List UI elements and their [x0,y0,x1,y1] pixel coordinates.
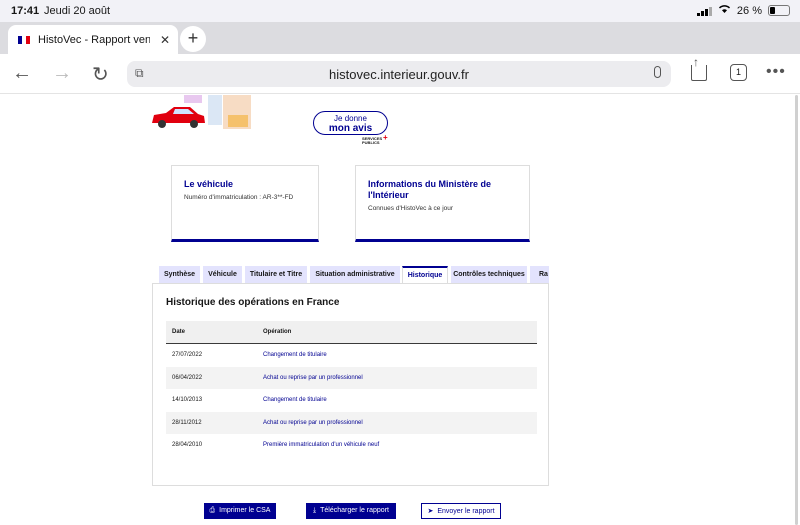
send-report-button[interactable]: ➤ Envoyer le rapport [421,503,501,519]
row-date: 06/04/2022 [172,374,203,381]
table-row: 28/11/2012 Achat ou reprise par un profe… [166,411,537,434]
download-report-button[interactable]: ⤓ Télécharger le rapport [306,503,396,519]
tab-controles-techniques[interactable]: Contrôles techniques [451,266,527,283]
services-publics-logo: SERVICES PUBLICS + [362,133,388,145]
page-scrollbar[interactable] [795,95,798,525]
vehicle-plate-text: Numéro d'immatriculation : AR-3**-FD [184,194,294,201]
table-row: 14/10/2013 Changement de titulaire [166,389,537,412]
tab-titulaire[interactable]: Titulaire et Titre [245,266,307,283]
row-operation: Achat ou reprise par un professionnel [263,419,363,426]
table-header: Date Opération [166,321,537,344]
more-menu-icon[interactable]: ••• [766,63,786,81]
ministry-card: Informations du Ministère de l'Intérieur… [355,165,530,242]
row-date: 27/07/2022 [172,352,203,358]
reload-icon[interactable]: ↻ [92,62,109,87]
table-row: 06/04/2022 Achat ou reprise par un profe… [166,366,537,389]
french-flag-icon [18,35,30,44]
status-date: Jeudi 20 août [44,5,111,17]
row-date: 28/11/2012 [172,419,202,426]
tab-rapport[interactable]: Ra [530,266,549,283]
back-arrow-icon[interactable]: ← [12,62,32,85]
row-operation: Changement de titulaire [263,397,327,403]
tab-synthese[interactable]: Synthèse [159,266,200,283]
report-tabs: Synthèse Véhicule Titulaire et Titre Sit… [159,266,549,283]
feedback-button[interactable]: Je donne mon avis [313,111,388,135]
wifi-icon [718,4,731,17]
row-date: 28/04/2010 [172,442,203,448]
tab-count-button[interactable]: 1 [730,64,747,81]
browser-tab-strip: HistoVec - Rapport vendeur ✕ + [0,22,800,54]
ministry-card-text: Connues d'HistoVec à ce jour [368,205,454,212]
history-title: Historique des opérations en France [166,297,340,308]
browser-tab[interactable]: HistoVec - Rapport vendeur ✕ [8,25,178,54]
table-row: 27/07/2022 Changement de titulaire [166,344,537,367]
tab-situation-administrative[interactable]: Situation administrative [310,266,400,283]
feedback-line1: Je donne [334,114,367,123]
vehicle-card: Le véhicule Numéro d'immatriculation : A… [171,165,319,242]
signal-icon [696,6,712,16]
table-row: 28/04/2010 Première immatriculation d'un… [166,434,537,457]
row-date: 14/10/2013 [172,397,203,403]
car-illustration [152,95,251,129]
share-icon[interactable] [691,55,707,81]
microphone-icon[interactable] [654,66,661,78]
row-operation: Achat ou reprise par un professionnel [263,374,363,381]
close-tab-icon[interactable]: ✕ [160,33,170,47]
address-bar[interactable]: ⧉ histovec.interieur.gouv.fr [127,61,671,87]
plus-icon: + [383,133,388,142]
history-panel: Historique des opérations en France Date… [152,283,549,486]
status-time: 17:41 [11,5,40,17]
row-operation: Changement de titulaire [263,352,327,358]
send-icon: ➤ [427,508,434,515]
column-operation: Opération [263,329,292,335]
page-content: Je donne mon avis SERVICES PUBLICS + Le … [0,95,800,525]
battery-icon [768,5,790,16]
browser-toolbar: ← → ↻ ⧉ histovec.interieur.gouv.fr 1 ••• [0,54,800,94]
column-date: Date [172,329,186,335]
status-indicators: 26 % [696,4,790,17]
tab-historique[interactable]: Historique [402,266,448,283]
ministry-card-title: Informations du Ministère de l'Intérieur [368,179,492,200]
print-csa-button[interactable]: ⎙ Imprimer le CSA [204,503,276,519]
url-text: histovec.interieur.gouv.fr [329,67,469,82]
feedback-line2: mon avis [328,123,373,134]
battery-percent: 26 % [736,4,762,17]
browser-tab-title: HistoVec - Rapport vendeur [38,33,150,46]
history-table: Date Opération 27/07/2022 Changement de … [166,321,537,457]
tab-vehicule[interactable]: Véhicule [203,266,242,283]
row-operation: Première immatriculation d'un véhicule n… [263,442,380,448]
status-bar: 17:41 Jeudi 20 août 26 % [0,0,800,22]
forward-arrow-icon[interactable]: → [52,62,72,85]
download-icon: ⤓ [313,507,317,514]
new-tab-button[interactable]: + [180,26,206,52]
vehicle-card-title: Le véhicule [184,179,234,189]
print-icon: ⎙ [209,507,216,514]
